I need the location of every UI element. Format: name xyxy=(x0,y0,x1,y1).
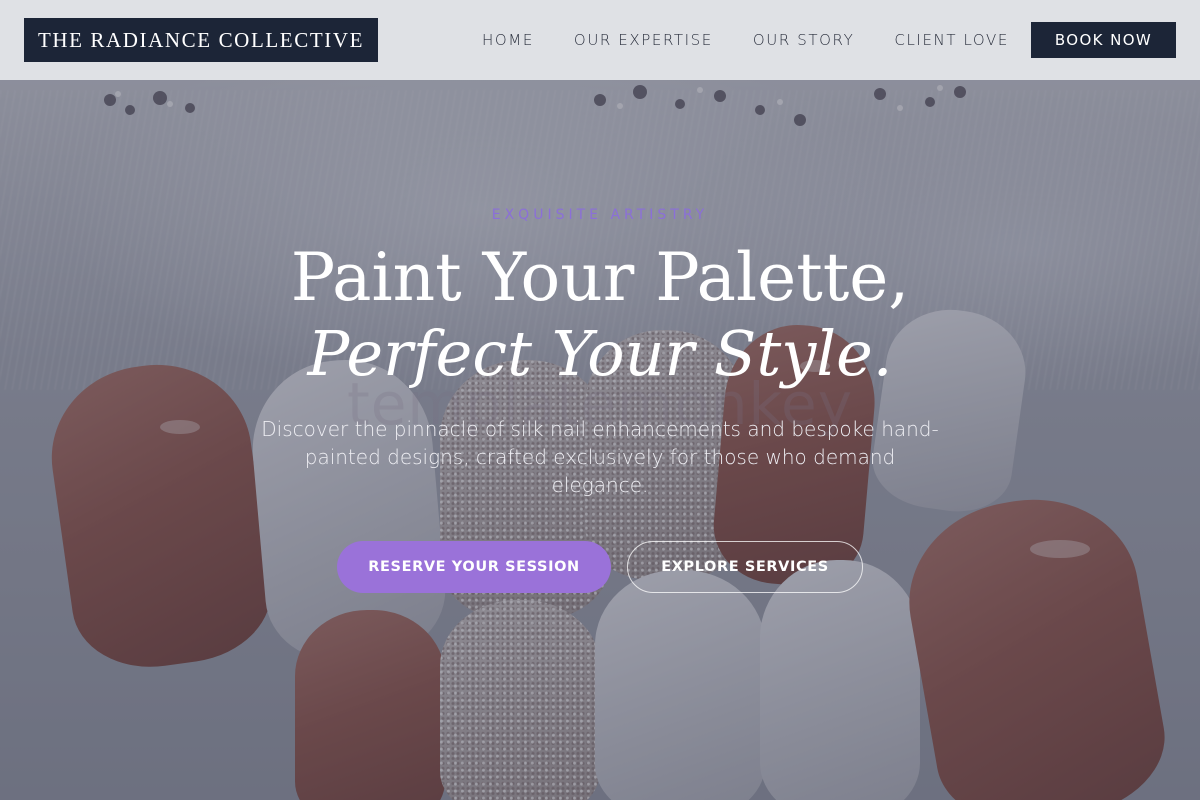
hero-subtitle: Discover the pinnacle of silk nail enhan… xyxy=(261,417,939,497)
hero-section: templatemonkey EXQUISITE ARTISTRY Paint … xyxy=(0,80,1200,800)
nav-link-our-expertise[interactable]: OUR EXPERTISE xyxy=(574,31,713,49)
nav-link-client-love[interactable]: CLIENT LOVE xyxy=(894,31,1009,49)
book-now-button[interactable]: BOOK NOW xyxy=(1031,22,1176,58)
hero-headline-line1: Paint Your Palette, xyxy=(290,239,910,316)
hero-headline: Paint Your Palette, Perfect Your Style. xyxy=(0,240,1200,392)
reserve-session-button[interactable]: RESERVE YOUR SESSION xyxy=(337,541,611,593)
hero-headline-line2: Perfect Your Style. xyxy=(307,317,893,390)
explore-services-button[interactable]: EXPLORE SERVICES xyxy=(627,541,863,593)
site-header: THE RADIANCE COLLECTIVE HOME OUR EXPERTI… xyxy=(0,0,1200,80)
nav-link-home[interactable]: HOME xyxy=(482,31,534,49)
hero-eyebrow: EXQUISITE ARTISTRY xyxy=(491,207,709,223)
main-navigation: HOME OUR EXPERTISE OUR STORY CLIENT LOVE xyxy=(462,0,1049,80)
nav-link-our-story[interactable]: OUR STORY xyxy=(753,31,855,49)
brand-logo[interactable]: THE RADIANCE COLLECTIVE xyxy=(24,18,378,62)
